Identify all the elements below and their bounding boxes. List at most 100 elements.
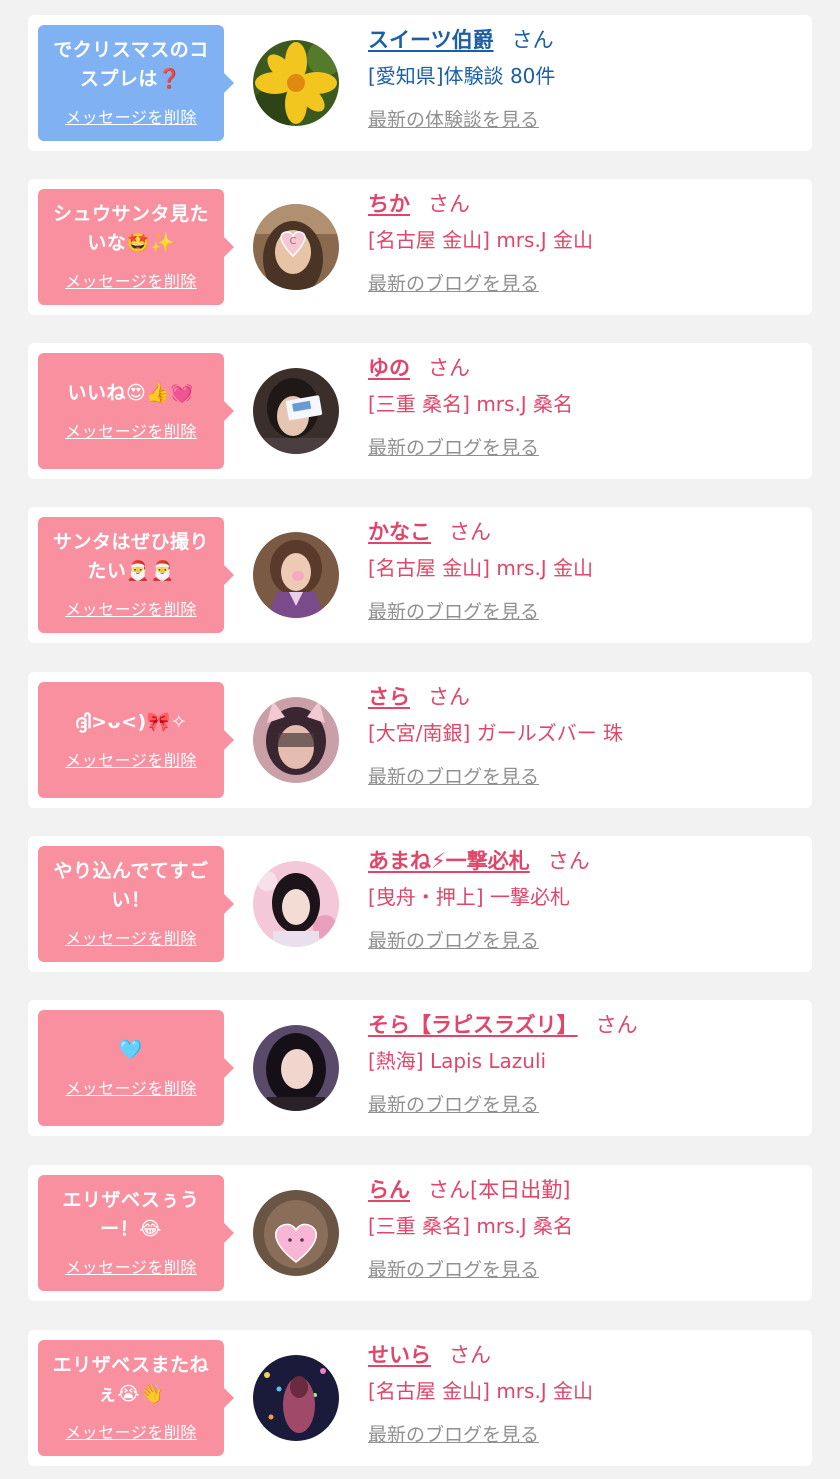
user-name-link[interactable]: ちか bbox=[368, 192, 410, 216]
user-name-link[interactable]: かなこ bbox=[368, 520, 431, 544]
avatar[interactable] bbox=[253, 1355, 339, 1441]
user-name-link[interactable]: せいら bbox=[368, 1343, 431, 1367]
message-text: でクリスマスのコスプレは❓ bbox=[53, 39, 209, 90]
delete-message-link[interactable]: メッセージを削除 bbox=[65, 104, 197, 128]
girl-photo-heart-face-icon bbox=[253, 1190, 339, 1276]
message-bubble: 🩵 メッセージを削除 bbox=[38, 1010, 234, 1126]
message-text: エリザベスぅうー！😂 bbox=[62, 1189, 200, 1240]
message-bubble: エリザベスぅうー！😂 メッセージを削除 bbox=[38, 1175, 234, 1291]
honorific: さん bbox=[547, 849, 590, 873]
user-info: さら さん [大宮/南銀] ガールズバー 珠 最新のブログを見る bbox=[368, 682, 798, 789]
shop-info: [熱海] Lapis Lazuli bbox=[368, 1049, 547, 1073]
honorific: さん bbox=[449, 520, 491, 544]
avatar[interactable]: C bbox=[253, 204, 339, 290]
user-info: ゆの さん [三重 桑名] mrs.J 桑名 最新のブログを見る bbox=[368, 353, 798, 460]
avatar[interactable] bbox=[253, 1190, 339, 1276]
girl-photo-cat-ears-icon bbox=[253, 697, 339, 783]
user-info: あまね⚡一撃必札 さん [曳舟・押上] 一撃必札 最新のブログを見る bbox=[368, 846, 798, 953]
honorific: さん bbox=[428, 356, 470, 380]
avatar[interactable] bbox=[253, 368, 339, 454]
avatar[interactable] bbox=[253, 40, 339, 126]
svg-text:C: C bbox=[290, 236, 297, 247]
user-name-link[interactable]: そら【ラピスラズリ】 bbox=[368, 1013, 578, 1037]
message-card: 🩵 メッセージを削除 そら【ラピスラズリ】 さん [熱海] Lapis Lazul… bbox=[28, 1000, 812, 1136]
user-name-link[interactable]: さら bbox=[368, 685, 410, 709]
avatar[interactable] bbox=[253, 861, 339, 947]
shop-info: [名古屋 金山] mrs.J 金山 bbox=[368, 1379, 594, 1403]
message-card: サンタはぜひ撮りたい🎅🎅 メッセージを削除 かなこ さん [名古屋 金山] mrs… bbox=[28, 507, 812, 643]
message-text: ദ്ദി>ᴗ<)🎀✧ bbox=[74, 710, 188, 733]
message-text: エリザベスまたねぇ😭👋 bbox=[52, 1354, 210, 1405]
message-card: エリザベスまたねぇ😭👋 メッセージを削除 せいら さん [名古屋 金山] mrs.… bbox=[28, 1330, 812, 1466]
honorific: さん bbox=[595, 1013, 638, 1037]
shop-info: [三重 桑名] mrs.J 桑名 bbox=[368, 392, 574, 416]
user-name-link[interactable]: あまね⚡一撃必札 bbox=[368, 849, 530, 873]
latest-link[interactable]: 最新の体験談を見る bbox=[368, 105, 539, 132]
delete-message-link[interactable]: メッセージを削除 bbox=[65, 747, 197, 771]
message-card: シュウサンタ見たいな🤩✨ メッセージを削除 C ちか さん [名古屋 金山] mr… bbox=[28, 179, 812, 315]
avatar[interactable] bbox=[253, 532, 339, 618]
user-name-link[interactable]: ゆの bbox=[368, 356, 410, 380]
shop-info: [三重 桑名] mrs.J 桑名 bbox=[368, 1214, 574, 1238]
honorific: さん[本日出勤] bbox=[428, 1178, 571, 1202]
message-text: やり込んでてすごい！ bbox=[53, 860, 209, 911]
user-info: そら【ラピスラズリ】 さん [熱海] Lapis Lazuli 最新のブログを見る bbox=[368, 1010, 798, 1117]
user-info: らん さん[本日出勤] [三重 桑名] mrs.J 桑名 最新のブログを見る bbox=[368, 1175, 798, 1282]
message-bubble: サンタはぜひ撮りたい🎅🎅 メッセージを削除 bbox=[38, 517, 234, 633]
latest-link[interactable]: 最新のブログを見る bbox=[368, 433, 539, 460]
delete-message-link[interactable]: メッセージを削除 bbox=[65, 268, 197, 292]
message-text: 🩵 bbox=[118, 1038, 144, 1061]
latest-link[interactable]: 最新のブログを見る bbox=[368, 1420, 539, 1447]
delete-message-link[interactable]: メッセージを削除 bbox=[65, 1254, 197, 1278]
girl-photo-heart-sticker-icon: C bbox=[253, 204, 339, 290]
honorific: さん bbox=[428, 685, 470, 709]
message-text: シュウサンタ見たいな🤩✨ bbox=[52, 203, 209, 254]
avatar[interactable] bbox=[253, 697, 339, 783]
latest-link[interactable]: 最新のブログを見る bbox=[368, 926, 539, 953]
user-name-link[interactable]: スイーツ伯爵 bbox=[368, 28, 494, 52]
message-text: サンタはぜひ撮りたい🎅🎅 bbox=[52, 531, 209, 582]
message-bubble: ദ്ദി>ᴗ<)🎀✧ メッセージを削除 bbox=[38, 682, 234, 798]
message-card: ദ്ദി>ᴗ<)🎀✧ メッセージを削除 さら さん [大宮/南銀] ガールズバー … bbox=[28, 672, 812, 808]
honorific: さん bbox=[511, 28, 554, 52]
message-bubble: でクリスマスのコスプレは❓ メッセージを削除 bbox=[38, 25, 234, 141]
message-bubble: エリザベスまたねぇ😭👋 メッセージを削除 bbox=[38, 1340, 234, 1456]
shop-info: [愛知県]体験談 80件 bbox=[368, 64, 556, 88]
user-info: ちか さん [名古屋 金山] mrs.J 金山 最新のブログを見る bbox=[368, 189, 798, 296]
shop-info: [名古屋 金山] mrs.J 金山 bbox=[368, 556, 594, 580]
latest-link[interactable]: 最新のブログを見る bbox=[368, 1255, 539, 1282]
message-card: エリザベスぅうー！😂 メッセージを削除 らん さん[本日出勤] [三重 桑名] m… bbox=[28, 1165, 812, 1301]
user-info: スイーツ伯爵 さん [愛知県]体験談 80件 最新の体験談を見る bbox=[368, 25, 798, 132]
latest-link[interactable]: 最新のブログを見る bbox=[368, 1090, 539, 1117]
honorific: さん bbox=[449, 1343, 491, 1367]
girl-photo-kimono-icon bbox=[253, 532, 339, 618]
delete-message-link[interactable]: メッセージを削除 bbox=[65, 925, 197, 949]
yellow-flower-photo-icon bbox=[253, 40, 339, 126]
girl-photo-dark-hair-icon bbox=[253, 1025, 339, 1111]
delete-message-link[interactable]: メッセージを削除 bbox=[65, 1075, 197, 1099]
message-card: やり込んでてすごい！ メッセージを削除 あまね⚡一撃必札 さん [曳舟・押上] 一… bbox=[28, 836, 812, 972]
shop-info: [名古屋 金山] mrs.J 金山 bbox=[368, 228, 594, 252]
girl-photo-card-icon bbox=[253, 368, 339, 454]
latest-link[interactable]: 最新のブログを見る bbox=[368, 597, 539, 624]
message-card: いいね😍👍💓 メッセージを削除 ゆの さん [三重 桑名] mrs.J 桑名 最新… bbox=[28, 343, 812, 479]
shop-info: [大宮/南銀] ガールズバー 珠 bbox=[368, 721, 624, 745]
latest-link[interactable]: 最新のブログを見る bbox=[368, 762, 539, 789]
message-bubble: シュウサンタ見たいな🤩✨ メッセージを削除 bbox=[38, 189, 234, 305]
message-text: いいね😍👍💓 bbox=[67, 381, 195, 404]
message-list: でクリスマスのコスプレは❓ メッセージを削除 スイーツ伯爵 さん [愛知県]体験… bbox=[0, 0, 840, 1479]
girl-photo-night-lights-icon bbox=[253, 1355, 339, 1441]
delete-message-link[interactable]: メッセージを削除 bbox=[65, 418, 197, 442]
user-info: せいら さん [名古屋 金山] mrs.J 金山 最新のブログを見る bbox=[368, 1340, 798, 1447]
user-name-link[interactable]: らん bbox=[368, 1178, 410, 1202]
delete-message-link[interactable]: メッセージを削除 bbox=[65, 1419, 197, 1443]
girl-photo-pink-icon bbox=[253, 861, 339, 947]
delete-message-link[interactable]: メッセージを削除 bbox=[65, 596, 197, 620]
latest-link[interactable]: 最新のブログを見る bbox=[368, 269, 539, 296]
message-bubble: やり込んでてすごい！ メッセージを削除 bbox=[38, 846, 234, 962]
message-bubble: いいね😍👍💓 メッセージを削除 bbox=[38, 353, 234, 469]
honorific: さん bbox=[428, 192, 470, 216]
avatar[interactable] bbox=[253, 1025, 339, 1111]
message-card: でクリスマスのコスプレは❓ メッセージを削除 スイーツ伯爵 さん [愛知県]体験… bbox=[28, 15, 812, 151]
shop-info: [曳舟・押上] 一撃必札 bbox=[368, 885, 570, 909]
